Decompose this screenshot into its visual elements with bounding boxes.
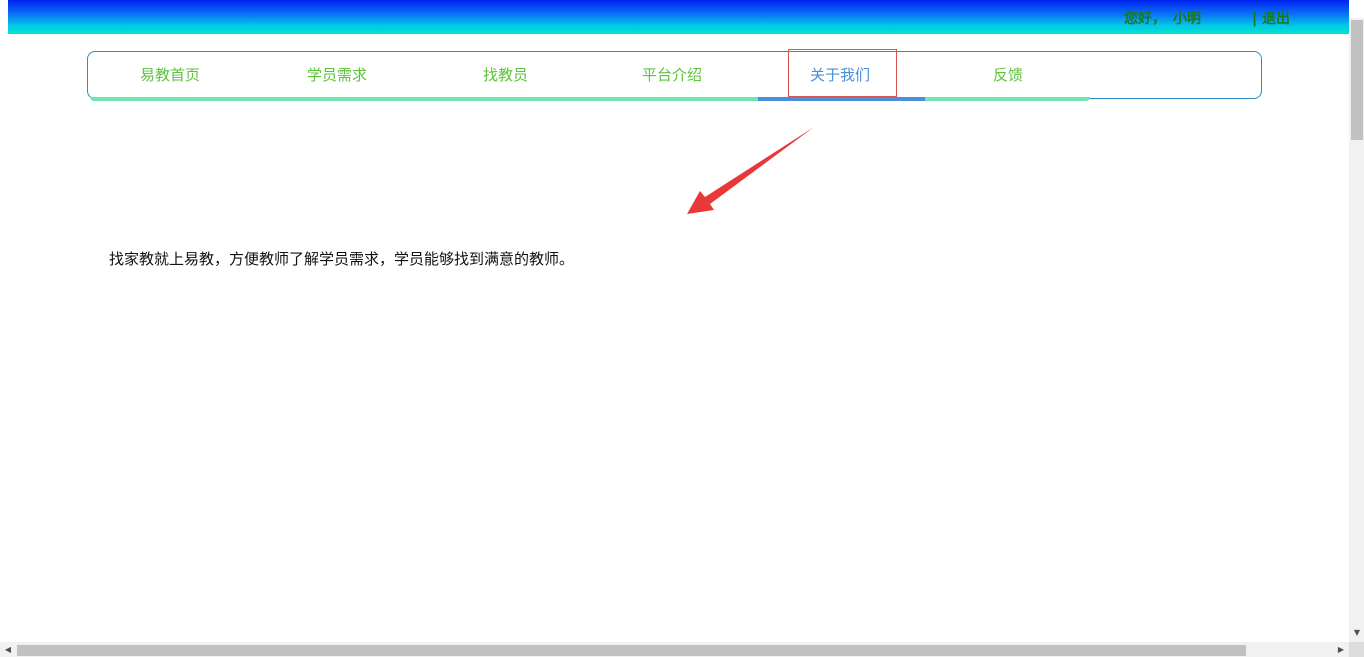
- annotation-arrow-icon: [687, 127, 814, 214]
- logout-link[interactable]: | 退出: [1252, 10, 1290, 28]
- nav-item-student-needs[interactable]: 学员需求: [307, 63, 367, 87]
- page: 您好， 小明 | 退出 易教首页 学员需求 找教员 平台介绍 关于我们 反馈 找…: [0, 0, 1364, 657]
- nav-item-platform-intro[interactable]: 平台介绍: [642, 63, 702, 87]
- scroll-left-arrow-icon[interactable]: ◀: [2, 642, 14, 657]
- nav-item-find-tutor[interactable]: 找教员: [483, 63, 528, 87]
- nav-underline: [90, 97, 1090, 101]
- nav-active-indicator: [758, 97, 925, 101]
- vertical-scrollbar-thumb[interactable]: [1351, 20, 1363, 140]
- annotation-highlight-box: [788, 49, 897, 97]
- username-link[interactable]: 小明: [1173, 10, 1201, 28]
- scroll-right-arrow-icon[interactable]: ▶: [1335, 642, 1347, 657]
- about-intro-text: 找家教就上易教，方便教师了解学员需求，学员能够找到满意的教师。: [109, 250, 575, 268]
- nav-item-home[interactable]: 易教首页: [140, 63, 200, 87]
- greeting-text: 您好，: [1124, 11, 1166, 27]
- scrollbar-corner: [1349, 642, 1364, 657]
- horizontal-scrollbar-thumb[interactable]: [17, 645, 1246, 656]
- nav-item-feedback[interactable]: 反馈: [993, 63, 1023, 87]
- scroll-down-arrow-icon[interactable]: ▼: [1351, 626, 1363, 640]
